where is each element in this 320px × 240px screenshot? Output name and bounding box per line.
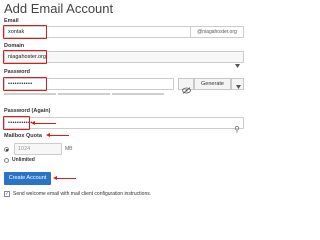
strength-meter-segment — [4, 93, 56, 95]
toggle-visibility-button[interactable] — [178, 78, 194, 94]
highlight-password — [3, 77, 47, 91]
highlight-domain — [3, 50, 47, 64]
quota-unlimited-label: Unlimited — [12, 157, 35, 163]
annotation-arrow-line — [49, 135, 69, 137]
create-account-button[interactable]: Create Account — [4, 172, 51, 185]
annotation-arrow-line — [56, 178, 76, 180]
email-label: Email — [4, 18, 19, 24]
chevron-down-icon — [236, 83, 241, 94]
strength-meter-segment — [58, 93, 110, 95]
chevron-down-icon — [235, 55, 240, 73]
highlight-email — [3, 25, 47, 39]
strength-meter-segment — [112, 93, 164, 95]
domain-label: Domain — [4, 43, 25, 49]
eye-slash-icon — [182, 81, 191, 99]
annotation-arrow-line — [34, 122, 56, 124]
welcome-email-label: Send welcome email with mail client conf… — [13, 191, 152, 197]
highlight-password-again — [3, 116, 30, 130]
password-again-label: Password (Again) — [4, 108, 51, 114]
page-title: Add Email Account — [4, 1, 114, 16]
quota-value-wrapper: 1024 — [14, 143, 62, 155]
quota-limited-radio[interactable] — [4, 147, 9, 152]
generate-options-button[interactable] — [231, 78, 244, 90]
welcome-email-checkbox[interactable]: ✓ — [4, 191, 10, 197]
key-icon — [234, 120, 240, 138]
quota-label: Mailbox Quota — [4, 133, 42, 139]
generate-password-button[interactable]: Generate — [194, 78, 231, 90]
quota-unit: MB — [65, 146, 73, 152]
domain-suffix-addon: @niagahoster.org — [197, 29, 237, 35]
quota-unlimited-radio[interactable] — [4, 158, 9, 163]
quota-value-input[interactable]: 1024 — [15, 144, 59, 154]
password-label: Password — [4, 69, 30, 75]
